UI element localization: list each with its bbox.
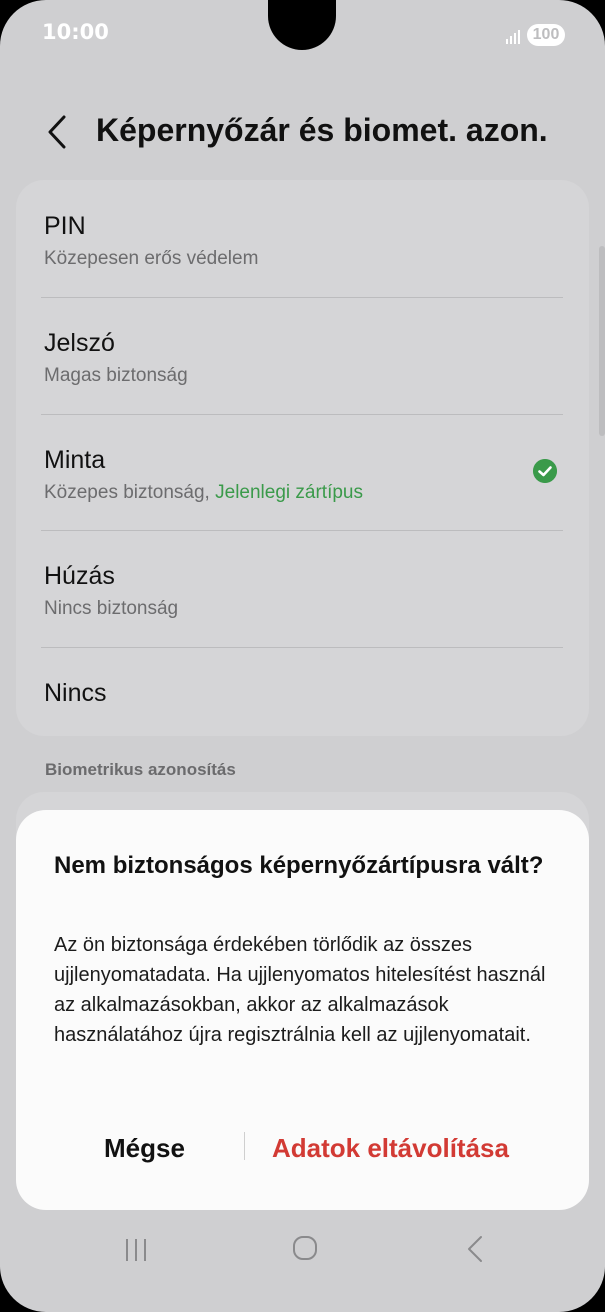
list-item-pattern[interactable]: Minta Közepes biztonság, Jelenlegi zártí… [16,414,589,531]
list-item-none[interactable]: Nincs [16,647,589,736]
lock-type-list: PIN Közepesen erős védelem Jelszó Magas … [16,180,589,736]
list-item-label: Húzás [44,562,115,590]
status-time: 10:00 [42,20,109,44]
nav-back-icon[interactable] [464,1234,486,1264]
list-item-label: Minta [44,446,106,474]
cancel-button[interactable]: Mégse [104,1128,185,1168]
list-item-sub: Közepes biztonság, Jelenlegi zártípus [44,482,363,504]
dialog-body: Az ön biztonsága érdekében törlődik az ö… [54,934,546,1046]
battery-indicator: 100 [527,24,565,46]
page-title: Képernyőzár és biomet. azon. [96,112,548,148]
navigation-bar [0,1212,605,1312]
list-item-sub-text: Közepes biztonság, [44,482,216,503]
list-item-sub: Magas biztonság [44,365,188,386]
check-circle-icon [533,459,557,483]
dialog-title: Nem biztonságos képernyőzártípusra vált? [54,852,544,879]
chevron-left-icon[interactable] [44,114,70,150]
button-separator [244,1132,245,1160]
list-item-label: Nincs [44,679,107,707]
list-item-sub: Közepesen erős védelem [44,248,259,269]
section-label-biometrics: Biometrikus azonosítás [45,760,236,779]
confirm-dialog: Nem biztonságos képernyőzártípusra vált?… [16,810,589,1210]
current-lock-type-label: Jelenlegi zártípus [215,482,363,503]
signal-icon [506,30,520,44]
list-item-label: PIN [44,212,86,240]
phone-screen: 10:00 100 Képernyőzár és biomet. azon. P… [0,0,605,1312]
camera-notch [268,0,336,50]
list-item-sub: Nincs biztonság [44,598,179,619]
list-item-swipe[interactable]: Húzás Nincs biztonság [16,530,589,647]
recent-apps-icon[interactable] [122,1236,150,1264]
remove-data-button[interactable]: Adatok eltávolítása [272,1128,509,1168]
list-item-label: Jelszó [44,329,115,357]
home-icon[interactable] [291,1234,319,1262]
list-item-pin[interactable]: PIN Közepesen erős védelem [16,180,589,297]
scrollbar[interactable] [599,246,605,436]
list-item-password[interactable]: Jelszó Magas biztonság [16,297,589,414]
status-bar: 10:00 100 [0,0,605,70]
page-header: Képernyőzár és biomet. azon. [0,96,605,176]
